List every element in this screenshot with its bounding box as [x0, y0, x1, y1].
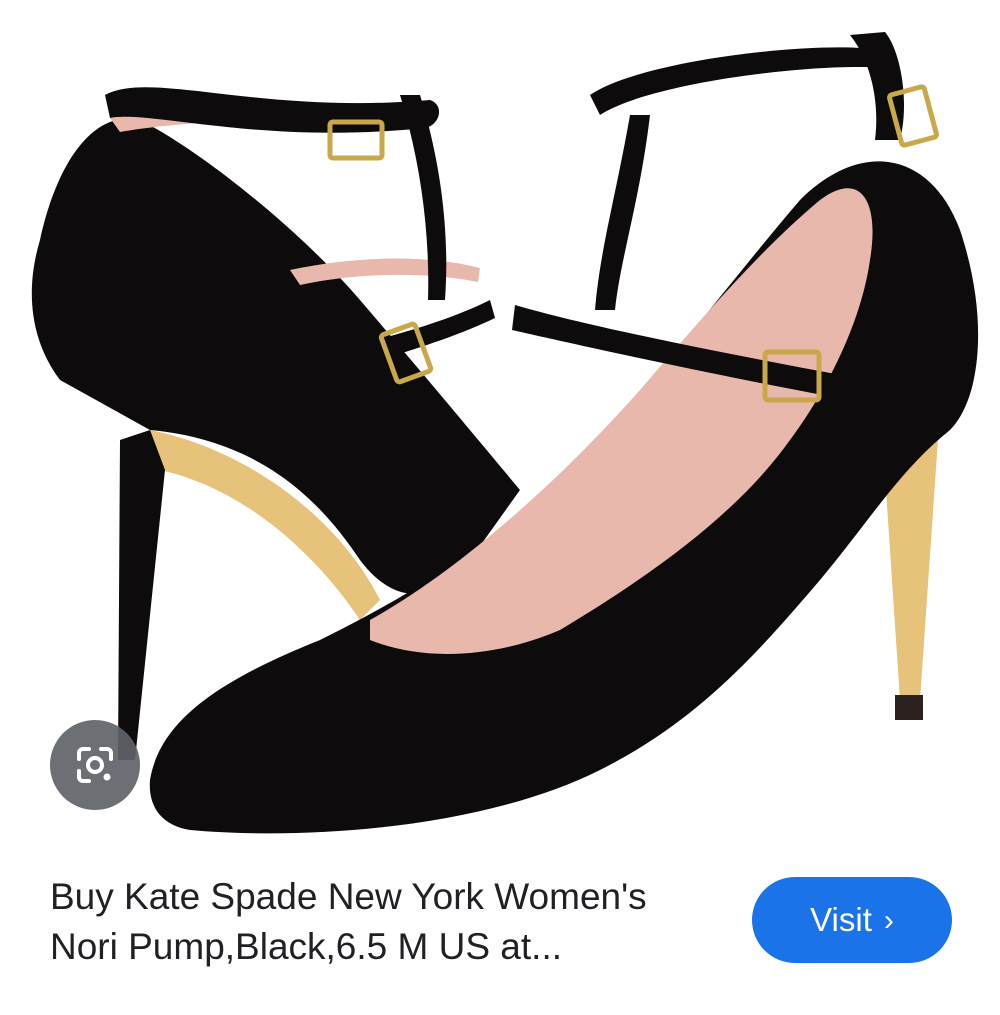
result-title-line-2: Nori Pump,Black,6.5 M US at... — [50, 926, 563, 967]
google-lens-icon — [77, 747, 113, 783]
left-heel — [118, 430, 165, 760]
lens-search-button[interactable] — [50, 720, 140, 810]
right-heel-tip — [895, 695, 923, 720]
result-title[interactable]: Buy Kate Spade New York Women's Nori Pum… — [50, 872, 740, 972]
result-snippet-cutoff — [50, 985, 950, 1015]
shoe-photo — [31, 32, 979, 834]
product-image[interactable] — [0, 0, 1000, 860]
chevron-right-icon: › — [883, 904, 894, 937]
right-t-strap — [595, 115, 650, 310]
right-ankle-strap — [590, 47, 885, 115]
result-title-line-1: Buy Kate Spade New York Women's — [50, 876, 647, 917]
visit-button-label: Visit — [810, 901, 872, 938]
visit-button[interactable]: Visit › — [752, 877, 952, 963]
